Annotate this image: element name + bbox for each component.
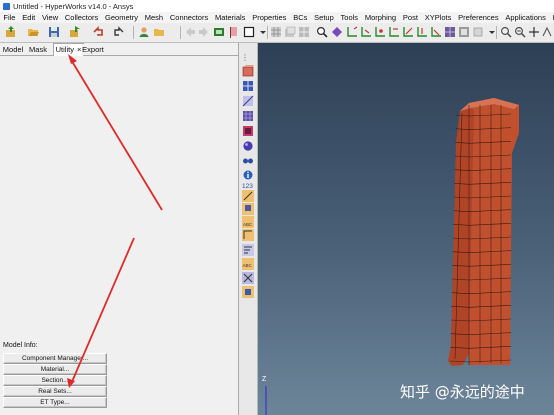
transform-icon[interactable] — [242, 229, 254, 241]
extra-tool-icon[interactable] — [242, 286, 254, 298]
tools-icon[interactable] — [242, 272, 254, 284]
connect-icon[interactable] — [242, 155, 254, 167]
axis-x-icon[interactable] — [346, 26, 358, 38]
app-icon — [3, 2, 10, 10]
arrow-right-icon[interactable] — [198, 26, 210, 38]
sphere-icon[interactable] — [242, 140, 254, 152]
user-icon[interactable] — [138, 26, 150, 38]
et-type-button[interactable]: ET Type... — [3, 397, 107, 408]
abc-label-icon[interactable]: ABC — [242, 258, 254, 270]
open-icon[interactable] — [27, 26, 39, 38]
title-bar: Untitled - HyperWorks v14.0 - Ansys — [0, 0, 554, 12]
menu-geometry[interactable]: Geometry — [102, 13, 142, 22]
component-manager-button[interactable]: Component Manager... — [3, 353, 107, 364]
menu-help[interactable]: He — [549, 13, 554, 22]
axis-z-label: Z — [262, 376, 267, 383]
menu-edit[interactable]: Edit — [19, 13, 39, 22]
panel-tabs: Model Mask Utility × Export — [0, 43, 238, 56]
tab-mask[interactable]: Mask — [27, 44, 49, 55]
display-icon[interactable] — [213, 26, 225, 38]
svg-text:123: 123 — [242, 183, 253, 190]
axis-z-icon[interactable] — [374, 26, 386, 38]
watermark: 知乎 @永远的途中 — [400, 383, 525, 401]
numbers-icon[interactable]: 123 — [242, 179, 254, 190]
sort-icon[interactable] — [242, 244, 254, 256]
menu-post[interactable]: Post — [400, 13, 422, 22]
mask-element-icon[interactable] — [242, 203, 254, 215]
view-icon[interactable] — [472, 26, 484, 38]
axis-triad — [265, 386, 267, 415]
layers-icon[interactable] — [284, 26, 296, 38]
side-toolbar: ⋮ 123 ABC ABC — [239, 43, 258, 415]
flag-icon[interactable] — [228, 26, 240, 38]
zoom-out-icon[interactable] — [514, 26, 526, 38]
menu-mesh[interactable]: Mesh — [141, 13, 166, 22]
node-icon[interactable] — [242, 95, 254, 107]
menu-bcs[interactable]: BCs — [290, 13, 311, 22]
fit-icon[interactable] — [500, 26, 512, 38]
tab-model[interactable]: Model — [2, 44, 24, 55]
menu-morphing[interactable]: Morphing — [361, 13, 399, 22]
save-icon[interactable] — [48, 26, 60, 38]
view-side-icon[interactable] — [416, 26, 428, 38]
menu-properties[interactable]: Properties — [249, 13, 290, 22]
zoom-icon[interactable] — [316, 26, 328, 38]
svg-text:ABC: ABC — [243, 222, 253, 227]
tab-utility[interactable]: Utility × — [53, 43, 84, 56]
element-icon[interactable] — [242, 80, 254, 92]
section-button[interactable]: Section... — [3, 375, 107, 386]
windows-icon[interactable] — [298, 26, 310, 38]
main-toolbar — [0, 23, 554, 43]
redo-icon[interactable] — [113, 26, 125, 38]
axis-y-icon[interactable] — [360, 26, 372, 38]
folder-icon[interactable] — [153, 26, 165, 38]
view-top-icon[interactable] — [388, 26, 400, 38]
svg-text:ABC: ABC — [243, 263, 253, 268]
abc-icon[interactable]: ABC — [242, 216, 254, 228]
menu-applications[interactable]: Applications — [502, 13, 549, 22]
undo-icon[interactable] — [92, 26, 104, 38]
menu-tools[interactable]: Tools — [337, 13, 361, 22]
grip-icon: ⋮ — [241, 53, 249, 62]
rectangle-icon[interactable] — [243, 26, 255, 38]
arrow-left-icon[interactable] — [184, 26, 196, 38]
model-box-icon[interactable] — [242, 65, 254, 77]
left-panel: Model Mask Utility × Export Model Info: C… — [0, 43, 239, 415]
graphics-viewport[interactable]: Z 知乎 @永远的途中 — [258, 43, 554, 415]
menu-view[interactable]: View — [39, 13, 62, 22]
view-iso-icon[interactable] — [402, 26, 414, 38]
model-info-label: Model Info: — [3, 342, 38, 349]
view-front-icon[interactable] — [430, 26, 442, 38]
real-sets-button[interactable]: Real Sets... — [3, 386, 107, 397]
menu-connectors[interactable]: Connectors — [166, 13, 211, 22]
menu-collectors[interactable]: Collectors — [62, 13, 102, 22]
rotate-icon[interactable] — [331, 26, 343, 38]
utility-panel: Model Info: Component Manager... Materia… — [0, 56, 237, 415]
menu-setup[interactable]: Setup — [311, 13, 337, 22]
tab-export[interactable]: Export — [82, 44, 104, 55]
cursor-icon[interactable] — [528, 26, 540, 38]
import-icon[interactable] — [5, 26, 17, 38]
mesh-shade-icon[interactable] — [444, 26, 456, 38]
shell-icon[interactable] — [242, 125, 254, 137]
grid-icon[interactable] — [270, 26, 282, 38]
menu-materials[interactable]: Materials — [212, 13, 249, 22]
menu-bar: File Edit View Collectors Geometry Mesh … — [0, 12, 554, 23]
pan-icon[interactable] — [541, 26, 553, 38]
measure-icon[interactable] — [242, 190, 254, 202]
close-icon[interactable]: × — [77, 45, 81, 54]
shade-icon[interactable] — [458, 26, 470, 38]
mesh-model — [448, 98, 519, 366]
menu-file[interactable]: File — [0, 13, 19, 22]
material-button[interactable]: Material... — [3, 364, 107, 375]
surface-icon[interactable] — [242, 110, 254, 122]
export-icon[interactable] — [69, 26, 81, 38]
window-title: Untitled - HyperWorks v14.0 - Ansys — [13, 1, 134, 11]
menu-xyplots[interactable]: XYPlots — [421, 13, 454, 22]
menu-preferences[interactable]: Preferences — [455, 13, 502, 22]
